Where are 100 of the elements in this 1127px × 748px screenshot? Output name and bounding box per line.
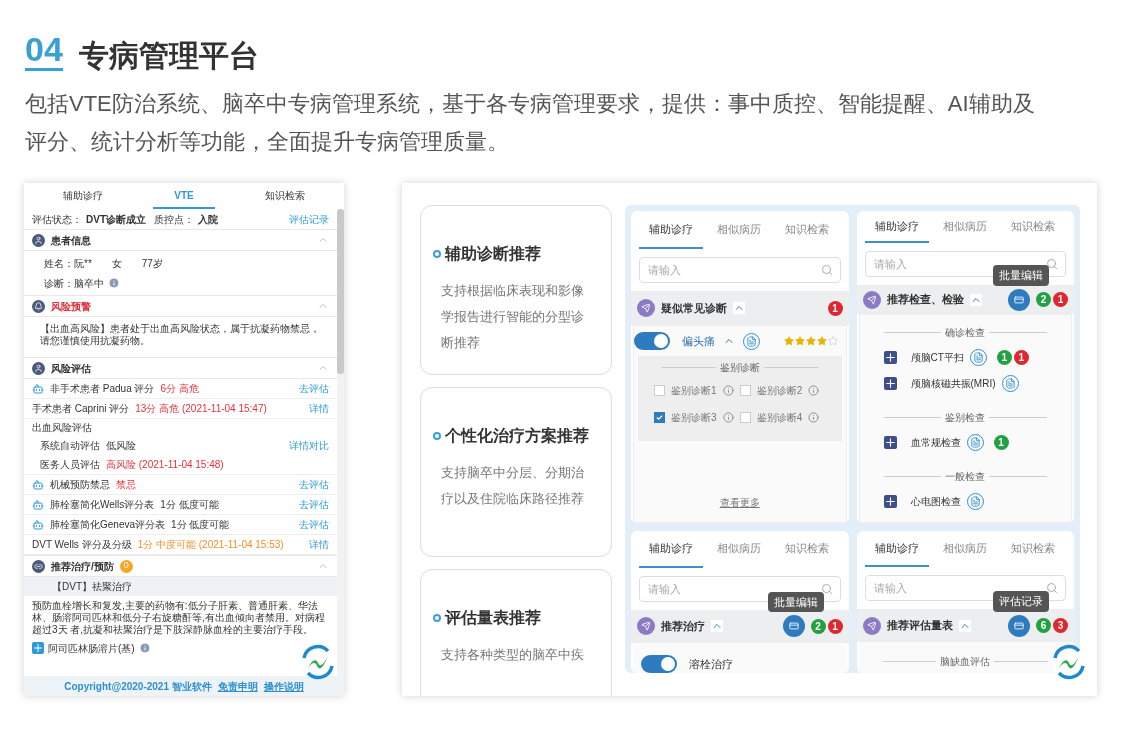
row-result: 1分 中度可能 (2021-11-04 15:53) bbox=[137, 538, 284, 552]
search-icon[interactable] bbox=[1046, 258, 1058, 271]
section-number: 04 bbox=[25, 32, 63, 71]
link[interactable]: 评估记录 bbox=[289, 211, 329, 227]
feature-description: 支持脑卒中分层、分期治疗以及住院临床路径推荐 bbox=[440, 464, 585, 508]
toggle-switch[interactable] bbox=[634, 332, 670, 350]
patient-age: 77岁 bbox=[141, 256, 163, 271]
tooltip: 评估记录 bbox=[993, 591, 1049, 612]
count-badge: 3 bbox=[1053, 618, 1068, 634]
collapse-icon[interactable] bbox=[969, 293, 982, 306]
search-field[interactable]: 请输入 bbox=[639, 257, 841, 283]
link[interactable]: 详情 bbox=[309, 537, 329, 552]
status-label: 质控点： bbox=[154, 212, 194, 227]
info-icon[interactable] bbox=[722, 385, 734, 396]
row-label: 肺栓塞简化Geneva评分表 bbox=[50, 518, 166, 532]
treatment-text: 预防血栓增长和复发,主要的药物有:低分子肝素、普通肝素、华法林、肠溶阿司匹林和低分子右旋糖酐等,有出血倾向者禁用。对病程超过3天 者,抗凝和祛聚治疗是下肢深静脉血栓的主要治疗手段。 bbox=[31, 599, 326, 637]
link[interactable]: 去评估 bbox=[299, 517, 329, 532]
tab[interactable]: 辅助诊疗 bbox=[864, 531, 929, 568]
collapse-icon[interactable] bbox=[733, 302, 745, 314]
tab[interactable]: VTE bbox=[153, 183, 215, 209]
group-title: 确诊检查 bbox=[945, 326, 986, 340]
count-badge: 1 bbox=[1053, 292, 1068, 308]
card-icon bbox=[1014, 294, 1024, 305]
row-label: DVT Wells 评分及分级 bbox=[32, 538, 132, 552]
group-label: 出血风险评估 bbox=[31, 421, 93, 435]
tab[interactable]: 知识检索 bbox=[1000, 531, 1065, 568]
batch-button[interactable] bbox=[1008, 614, 1030, 637]
tab[interactable]: 知识检索 bbox=[775, 531, 839, 568]
link[interactable]: 去评估 bbox=[299, 497, 329, 512]
patient-name: 姓名：阮** bbox=[44, 256, 92, 271]
page-description: 包括VTE防治系统、脑卒中专病管理系统，基于各专病管理要求，提供：事中质控、智能提醒、AI辅助及评分、统计分析等功能，全面提升专病管理质量。 bbox=[25, 90, 1036, 156]
link[interactable]: 详情对比 bbox=[289, 438, 329, 453]
add-icon[interactable] bbox=[883, 435, 897, 449]
add-icon[interactable] bbox=[883, 376, 897, 390]
status-value: DVT诊断成立 bbox=[86, 212, 146, 227]
section-title: 推荐治疗/预防 bbox=[51, 559, 114, 574]
tab[interactable]: 辅助诊疗 bbox=[639, 211, 703, 249]
group-title: 鉴别诊断 bbox=[719, 361, 760, 375]
link[interactable]: 去评估 bbox=[299, 477, 329, 492]
link[interactable]: 去评估 bbox=[299, 381, 329, 396]
star-icon bbox=[794, 336, 805, 346]
section-header[interactable]: 推荐治疗/预防 0 bbox=[24, 555, 337, 577]
footer-link[interactable]: 操作说明 bbox=[263, 678, 304, 694]
tab[interactable]: 知识检索 bbox=[254, 183, 316, 209]
tab[interactable]: 相似病历 bbox=[932, 531, 997, 568]
section-title: 患者信息 bbox=[51, 233, 91, 248]
section-title: 疑似常见诊断 bbox=[661, 300, 727, 316]
tab[interactable]: 相似病历 bbox=[707, 531, 771, 568]
feature-title: 个性化治疗方案推荐 bbox=[445, 426, 589, 446]
info-icon[interactable] bbox=[722, 412, 734, 423]
batch-button[interactable] bbox=[782, 615, 805, 638]
tab[interactable]: 相似病历 bbox=[707, 211, 771, 249]
tab[interactable]: 辅助诊疗 bbox=[864, 211, 929, 244]
feature-description: 支持根据临床表现和影像学报告进行智能的分型诊断推荐 bbox=[440, 282, 585, 352]
row-result: 低风险 bbox=[106, 439, 136, 453]
option-label: 鉴别诊断4 bbox=[756, 411, 803, 425]
row-result: 1分 低度可能 bbox=[171, 518, 230, 532]
tab[interactable]: 知识检索 bbox=[775, 211, 839, 249]
footer-link[interactable]: 免责申明 bbox=[217, 678, 258, 694]
tooltip: 批量编辑 bbox=[993, 265, 1049, 286]
checkbox[interactable] bbox=[654, 412, 665, 423]
tab[interactable]: 相似病历 bbox=[932, 211, 997, 244]
star-icon bbox=[816, 336, 827, 346]
batch-button[interactable] bbox=[1008, 288, 1030, 311]
feature-title: 评估量表推荐 bbox=[445, 608, 541, 628]
section-header[interactable]: 风险预警 bbox=[24, 295, 337, 317]
section-header[interactable]: 风险评估 bbox=[24, 357, 337, 379]
row-label: 医务人员评估 bbox=[40, 458, 100, 472]
collapse-icon[interactable] bbox=[711, 620, 723, 633]
count-badge: 2 bbox=[1036, 292, 1051, 308]
tab[interactable]: 辅助诊疗 bbox=[639, 531, 703, 568]
count-badge: 6 bbox=[1036, 618, 1051, 634]
row-label: 机械预防禁忌 bbox=[50, 478, 110, 492]
treatment-name: 溶栓治疗 bbox=[689, 656, 733, 672]
exam-name: 心电图检查 bbox=[910, 494, 961, 509]
checkbox[interactable] bbox=[739, 385, 751, 396]
info-icon[interactable] bbox=[808, 412, 820, 423]
bullet-icon bbox=[433, 432, 441, 440]
section-header[interactable]: 疑似常见诊断 1 bbox=[631, 291, 849, 325]
add-icon[interactable] bbox=[883, 494, 897, 508]
collapse-icon[interactable] bbox=[958, 619, 971, 632]
plan-row: 【DVT】祛聚治疗 bbox=[24, 577, 337, 596]
scrollbar[interactable] bbox=[337, 209, 344, 676]
page-title: 专病管理平台 bbox=[78, 41, 259, 71]
tab[interactable]: 辅助诊疗 bbox=[52, 183, 114, 209]
card-icon bbox=[788, 621, 799, 632]
toggle-switch[interactable] bbox=[641, 655, 677, 673]
tab[interactable]: 知识检索 bbox=[1000, 211, 1065, 244]
search-icon[interactable] bbox=[820, 582, 833, 595]
info-icon[interactable] bbox=[808, 385, 820, 396]
row-label: 非手术患者 Padua 评分 bbox=[50, 382, 155, 396]
add-icon[interactable] bbox=[883, 350, 897, 364]
link[interactable]: 详情 bbox=[309, 401, 329, 416]
search-icon[interactable] bbox=[1046, 582, 1058, 595]
diagnosis-name[interactable]: 偏头痛 bbox=[682, 332, 715, 350]
more-link[interactable]: 查看更多 bbox=[719, 495, 760, 510]
section-header[interactable]: 患者信息 bbox=[24, 229, 337, 251]
checkbox[interactable] bbox=[654, 385, 665, 396]
copyright-text: Copyright@2020-2021 智业软件 bbox=[64, 679, 212, 694]
checkbox[interactable] bbox=[739, 412, 751, 423]
